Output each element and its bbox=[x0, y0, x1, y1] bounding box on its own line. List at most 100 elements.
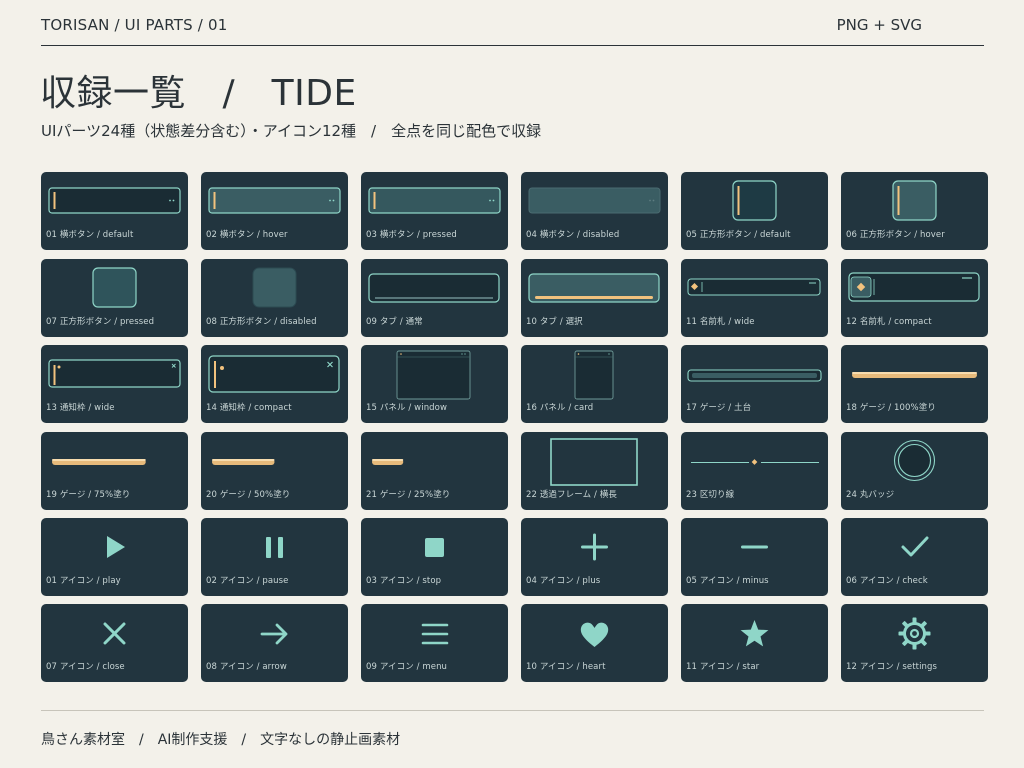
gauge-75-preview bbox=[52, 458, 146, 465]
asset-card-panel-window[interactable]: 15 パネル / window bbox=[361, 345, 508, 423]
asset-card-square-button-disabled[interactable]: 08 正方形ボタン / disabled bbox=[201, 258, 348, 337]
horizontal-button-pressed-preview bbox=[368, 187, 501, 214]
asset-card-gauge-50[interactable]: 20 ゲージ / 50%塗り bbox=[201, 431, 348, 510]
asset-card-settings-icon[interactable]: 12 アイコン / settings bbox=[841, 604, 988, 682]
page-footer: 鳥さん素材室 / AI制作支援 / 文字なしの静止画素材 bbox=[41, 732, 401, 748]
gauge-50-preview bbox=[212, 458, 275, 465]
asset-card-horizontal-button-default[interactable]: 01 横ボタン / default bbox=[41, 172, 188, 250]
square-button-default-preview bbox=[732, 180, 777, 221]
asset-card-horizontal-button-disabled[interactable]: 04 横ボタン / disabled bbox=[521, 172, 668, 250]
settings-icon bbox=[898, 617, 931, 650]
asset-label: 22 透過フレーム / 横長 bbox=[526, 489, 617, 500]
nameplate-wide-preview bbox=[687, 278, 821, 295]
pause-icon bbox=[266, 537, 283, 558]
asset-card-check-icon[interactable]: 06 アイコン / check bbox=[841, 518, 988, 596]
asset-label: 12 名前札 / compact bbox=[846, 316, 932, 327]
stop-icon bbox=[425, 538, 444, 557]
page-subtitle: UIパーツ24種（状態差分含む）・アイコン12種 / 全点を同じ配色で収録 bbox=[41, 122, 542, 140]
asset-card-heart-icon[interactable]: 10 アイコン / heart bbox=[521, 604, 668, 682]
asset-label: 24 丸バッジ bbox=[846, 489, 895, 500]
asset-label: 16 パネル / card bbox=[526, 403, 594, 413]
asset-card-nameplate-compact[interactable]: 12 名前札 / compact bbox=[841, 258, 988, 337]
asset-card-gauge-75[interactable]: 19 ゲージ / 75%塗り bbox=[41, 431, 188, 510]
asset-label: 11 アイコン / star bbox=[686, 662, 760, 672]
square-button-hover-preview bbox=[892, 180, 937, 221]
asset-label: 01 アイコン / play bbox=[46, 576, 121, 586]
asset-card-square-button-hover[interactable]: 06 正方形ボタン / hover bbox=[841, 172, 988, 250]
asset-label: 10 アイコン / heart bbox=[526, 662, 606, 672]
notification-compact-preview bbox=[208, 355, 340, 393]
asset-label: 15 パネル / window bbox=[366, 403, 448, 413]
nameplate-compact-preview bbox=[848, 271, 980, 302]
gauge-base-preview bbox=[687, 369, 822, 382]
panel-card-preview bbox=[574, 350, 614, 400]
plus-icon bbox=[581, 533, 608, 561]
asset-label: 02 横ボタン / hover bbox=[206, 230, 288, 240]
asset-label: 10 タブ / 選択 bbox=[526, 316, 583, 327]
asset-label: 06 アイコン / check bbox=[846, 576, 928, 586]
horizontal-button-disabled-preview bbox=[528, 187, 661, 214]
gauge-25-preview bbox=[372, 458, 404, 465]
gauge-100-preview bbox=[852, 372, 977, 378]
horizontal-button-default-preview bbox=[48, 187, 181, 214]
asset-label: 02 アイコン / pause bbox=[206, 576, 289, 586]
square-button-pressed-preview bbox=[92, 266, 137, 308]
round-badge-preview bbox=[893, 439, 936, 481]
asset-label: 04 横ボタン / disabled bbox=[526, 230, 620, 240]
asset-card-round-badge[interactable]: 24 丸バッジ bbox=[841, 431, 988, 510]
notification-wide-preview bbox=[48, 359, 181, 388]
heart-icon bbox=[580, 622, 609, 647]
asset-card-menu-icon[interactable]: 09 アイコン / menu bbox=[361, 604, 508, 682]
asset-label: 04 アイコン / plus bbox=[526, 576, 601, 586]
breadcrumb: TORISAN / UI PARTS / 01 bbox=[41, 16, 228, 34]
asset-card-stop-icon[interactable]: 03 アイコン / stop bbox=[361, 518, 508, 596]
asset-label: 09 アイコン / menu bbox=[366, 662, 448, 672]
panel-window-preview bbox=[396, 350, 471, 400]
arrow-icon bbox=[260, 623, 288, 645]
asset-card-nameplate-wide[interactable]: 11 名前札 / wide bbox=[681, 258, 828, 337]
asset-card-divider-line[interactable]: 23 区切り線 bbox=[681, 431, 828, 510]
asset-card-transparent-frame[interactable]: 22 透過フレーム / 横長 bbox=[521, 431, 668, 510]
asset-label: 20 ゲージ / 50%塗り bbox=[206, 489, 291, 500]
asset-card-square-button-pressed[interactable]: 07 正方形ボタン / pressed bbox=[41, 258, 188, 337]
asset-label: 13 通知枠 / wide bbox=[46, 403, 115, 413]
asset-card-horizontal-button-pressed[interactable]: 03 横ボタン / pressed bbox=[361, 172, 508, 250]
asset-card-gauge-100[interactable]: 18 ゲージ / 100%塗り bbox=[841, 345, 988, 423]
asset-label: 12 アイコン / settings bbox=[846, 662, 938, 672]
asset-card-horizontal-button-hover[interactable]: 02 横ボタン / hover bbox=[201, 172, 348, 250]
square-button-disabled-preview bbox=[252, 267, 297, 307]
check-icon bbox=[901, 536, 929, 557]
asset-card-minus-icon[interactable]: 05 アイコン / minus bbox=[681, 518, 828, 596]
asset-card-square-button-default[interactable]: 05 正方形ボタン / default bbox=[681, 172, 828, 250]
asset-label: 06 正方形ボタン / hover bbox=[846, 230, 945, 240]
asset-card-notification-compact[interactable]: 14 通知枠 / compact bbox=[201, 345, 348, 423]
asset-label: 01 横ボタン / default bbox=[46, 230, 134, 240]
asset-label: 03 横ボタン / pressed bbox=[366, 230, 457, 240]
play-icon bbox=[107, 536, 125, 558]
close-icon bbox=[103, 622, 126, 645]
asset-card-plus-icon[interactable]: 04 アイコン / plus bbox=[521, 518, 668, 596]
asset-card-play-icon[interactable]: 01 アイコン / play bbox=[41, 518, 188, 596]
asset-card-gauge-25[interactable]: 21 ゲージ / 25%塗り bbox=[361, 431, 508, 510]
asset-label: 23 区切り線 bbox=[686, 489, 735, 500]
asset-card-notification-wide[interactable]: 13 通知枠 / wide bbox=[41, 345, 188, 423]
asset-label: 19 ゲージ / 75%塗り bbox=[46, 489, 131, 500]
asset-label: 08 正方形ボタン / disabled bbox=[206, 316, 317, 327]
asset-label: 08 アイコン / arrow bbox=[206, 662, 287, 672]
asset-card-close-icon[interactable]: 07 アイコン / close bbox=[41, 604, 188, 682]
asset-label: 09 タブ / 通常 bbox=[366, 316, 423, 327]
horizontal-button-hover-preview bbox=[208, 187, 341, 214]
page-title: 収録一覧 / TIDE bbox=[40, 73, 357, 114]
menu-icon bbox=[421, 623, 449, 645]
asset-label: 21 ゲージ / 25%塗り bbox=[366, 489, 451, 500]
asset-card-pause-icon[interactable]: 02 アイコン / pause bbox=[201, 518, 348, 596]
star-icon bbox=[740, 620, 769, 647]
asset-card-tab-selected[interactable]: 10 タブ / 選択 bbox=[521, 258, 668, 337]
asset-card-tab-normal[interactable]: 09 タブ / 通常 bbox=[361, 258, 508, 337]
asset-label: 05 正方形ボタン / default bbox=[686, 230, 791, 240]
asset-label: 03 アイコン / stop bbox=[366, 576, 442, 586]
asset-card-panel-card[interactable]: 16 パネル / card bbox=[521, 345, 668, 423]
asset-card-gauge-base[interactable]: 17 ゲージ / 土台 bbox=[681, 345, 828, 423]
asset-card-arrow-icon[interactable]: 08 アイコン / arrow bbox=[201, 604, 348, 682]
asset-card-star-icon[interactable]: 11 アイコン / star bbox=[681, 604, 828, 682]
